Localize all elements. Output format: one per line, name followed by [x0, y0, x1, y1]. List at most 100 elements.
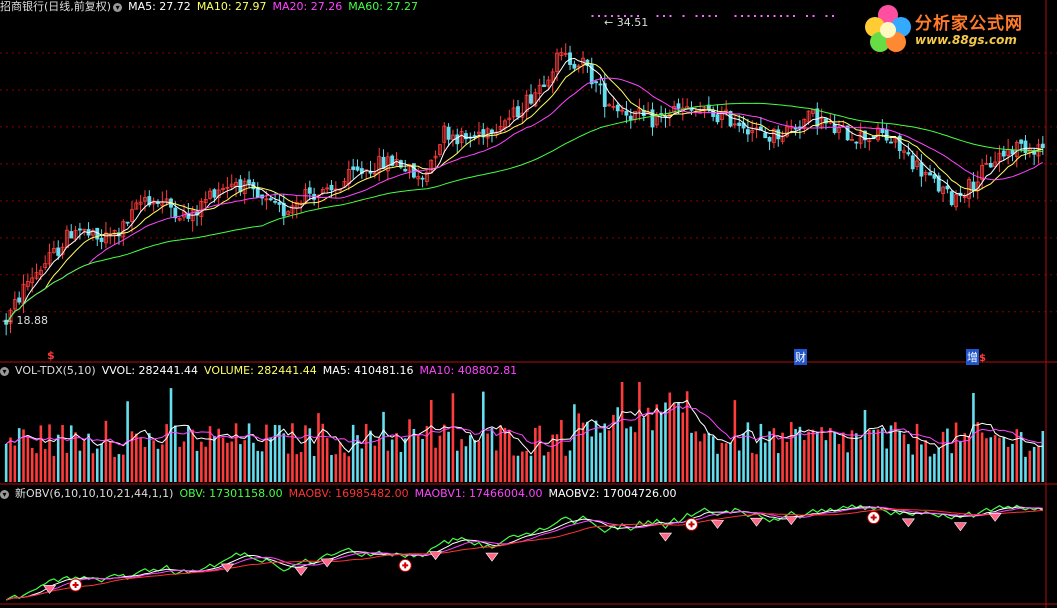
diamond-signal-icon	[294, 567, 308, 577]
logo-url[interactable]: www.88gs.com	[915, 33, 1017, 47]
signal-dot	[806, 15, 808, 17]
ma60-label: MA60: 27.27	[348, 0, 418, 13]
low-price-label: — 18.88	[2, 314, 48, 327]
signal-dot	[682, 15, 685, 17]
vol-menu-icon[interactable]: ▾	[0, 366, 9, 376]
maobv-label: MAOBV: 16985482.00	[288, 487, 409, 500]
vol-ma10-line	[5, 404, 1043, 448]
ma20-label: MA20: 27.26	[272, 0, 343, 13]
candle-body	[594, 81, 598, 84]
candle-body	[919, 162, 924, 177]
site-logo: 分析家公式网 www.88gs.com	[863, 3, 1053, 55]
vvol-label: VVOL: 282441.44	[101, 364, 199, 377]
candle-body	[854, 141, 859, 144]
signal-dot	[715, 15, 717, 17]
diamond-signal-icon	[901, 518, 915, 528]
candle-body	[455, 134, 460, 145]
obv-menu-icon[interactable]: ▾	[0, 489, 9, 499]
candle-body	[56, 247, 61, 256]
obv-line	[5, 504, 1044, 601]
candle-body	[212, 189, 217, 198]
candle-body	[77, 228, 82, 231]
vol-ma5-label: MA5: 410481.16	[322, 364, 414, 377]
settings-icon[interactable]: ▾	[113, 2, 123, 12]
vol-indicator-name[interactable]: VOL-TDX(5,10)	[15, 364, 96, 377]
candle-body	[1019, 139, 1024, 144]
stock-title[interactable]: 招商银行(日线,前复权)	[0, 0, 111, 13]
diamond-signal-icon	[784, 516, 798, 526]
candle-body	[763, 132, 768, 139]
ma5-line	[5, 57, 1043, 325]
candle-body	[277, 202, 282, 205]
finance-marker[interactable]: 财	[794, 349, 807, 365]
main-panel-header: 招商银行(日线,前复权) ▾ MA5: 27.72 MA10: 27.97 MA20: …	[0, 0, 424, 14]
candle-body	[273, 200, 278, 203]
candle-body	[971, 181, 976, 191]
diamond-signal-icon	[658, 532, 673, 542]
signal-dot	[591, 15, 594, 17]
high-price-label: ← 34.51	[604, 16, 649, 29]
candle-body	[529, 94, 533, 104]
candle-body	[598, 83, 603, 86]
candle-body	[624, 110, 629, 116]
ma5-label: MA5: 27.72	[128, 0, 191, 13]
signal-dot	[773, 15, 776, 17]
candle-body	[1040, 143, 1045, 149]
signal-dot	[708, 15, 711, 17]
signal-dot	[832, 15, 834, 17]
candle-body	[368, 171, 373, 174]
candle-body	[99, 237, 104, 243]
candle-body	[910, 155, 915, 170]
diamond-signal-icon	[320, 558, 334, 568]
candle-body	[329, 184, 334, 191]
signal-dot	[741, 15, 743, 17]
signal-dot	[656, 15, 659, 17]
signal-dot	[754, 15, 756, 17]
obv-label: OBV: 17301158.00	[179, 487, 283, 500]
issue-marker[interactable]: 增	[966, 349, 979, 365]
signal-dot	[734, 15, 737, 17]
signal-dot	[760, 15, 763, 17]
candle-body	[832, 123, 837, 134]
obv-indicator-name[interactable]: 新OBV(6,10,10,10,21,44,1,1)	[15, 487, 173, 500]
signal-dot	[786, 15, 789, 17]
dividend-marker-2[interactable]: $	[979, 353, 986, 364]
signal-dot	[702, 15, 704, 17]
candle-body	[17, 297, 22, 303]
signal-dot	[669, 15, 672, 17]
diamond-signal-icon	[428, 551, 443, 561]
candle-body	[815, 108, 820, 127]
candle-body	[69, 231, 74, 239]
candle-body	[615, 104, 620, 112]
signal-dot	[825, 15, 828, 17]
candle-body	[737, 122, 742, 127]
candle-body	[542, 84, 546, 88]
candle-body	[945, 185, 950, 190]
candle-body	[928, 172, 932, 176]
signal-dot	[780, 15, 782, 17]
candle-body	[381, 156, 386, 169]
diamond-signal-icon	[749, 517, 764, 527]
candle-body	[988, 162, 993, 168]
candle-body	[268, 198, 273, 201]
signal-dot	[793, 15, 795, 17]
signal-dot	[663, 15, 665, 17]
flower-logo-icon	[865, 5, 911, 52]
candle-body	[715, 114, 720, 123]
diamond-signal-icon	[953, 522, 968, 532]
candle-body	[676, 103, 681, 109]
candle-body	[932, 174, 937, 179]
ma10-line	[5, 62, 1043, 325]
vol-ma10-label: MA10: 408802.81	[419, 364, 518, 377]
diamond-signal-icon	[710, 520, 725, 529]
dividend-marker[interactable]: $	[47, 349, 55, 362]
chart-canvas	[0, 0, 1057, 608]
logo-title: 分析家公式网	[915, 14, 1023, 34]
candle-body	[949, 191, 954, 206]
maobv2-label: MAOBV2: 17004726.00	[548, 487, 677, 500]
signal-dot	[598, 15, 600, 17]
candle-body	[247, 179, 251, 184]
signal-dot	[695, 15, 698, 17]
candle-body	[446, 126, 451, 140]
signal-dot	[767, 15, 769, 17]
